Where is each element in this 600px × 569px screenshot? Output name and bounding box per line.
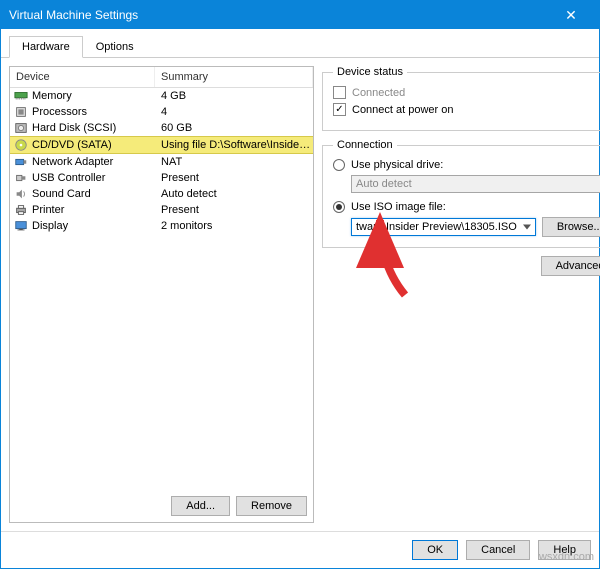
table-row[interactable]: CD/DVD (SATA) Using file D:\Software\Insi…: [10, 136, 313, 154]
advanced-button[interactable]: Advanced...: [541, 256, 600, 276]
hdd-icon: [14, 121, 28, 135]
device-summary: Present: [155, 204, 313, 216]
cancel-button[interactable]: Cancel: [466, 540, 530, 560]
device-name: Sound Card: [32, 188, 91, 200]
device-name: CD/DVD (SATA): [32, 139, 112, 151]
use-physical-radio[interactable]: [333, 159, 345, 171]
table-row[interactable]: Network Adapter NAT: [10, 154, 313, 170]
device-name: Processors: [32, 106, 87, 118]
cpu-icon: [14, 105, 28, 119]
tab-hardware[interactable]: Hardware: [9, 36, 83, 58]
device-summary: 4: [155, 106, 313, 118]
device-summary: 4 GB: [155, 90, 313, 102]
close-icon[interactable]: ✕: [551, 7, 591, 24]
memory-icon: [14, 89, 28, 103]
table-row[interactable]: Printer Present: [10, 202, 313, 218]
iso-file-dropdown[interactable]: tware\Insider Preview\18305.ISO: [351, 218, 536, 236]
display-icon: [14, 219, 28, 233]
table-row[interactable]: USB Controller Present: [10, 170, 313, 186]
add-button[interactable]: Add...: [171, 496, 230, 516]
tab-options[interactable]: Options: [83, 36, 147, 58]
window-title: Virtual Machine Settings: [9, 8, 551, 22]
device-summary: NAT: [155, 156, 313, 168]
table-row[interactable]: Sound Card Auto detect: [10, 186, 313, 202]
device-summary: 2 monitors: [155, 220, 313, 232]
device-name: Printer: [32, 204, 64, 216]
use-physical-label: Use physical drive:: [351, 159, 443, 171]
use-iso-label: Use ISO image file:: [351, 201, 446, 213]
device-summary: Auto detect: [155, 188, 313, 200]
usb-icon: [14, 171, 28, 185]
connection-group: Connection Use physical drive: Auto dete…: [322, 139, 600, 248]
remove-button[interactable]: Remove: [236, 496, 307, 516]
device-summary: Using file D:\Software\Insider ...: [155, 139, 313, 151]
device-name: Display: [32, 220, 68, 232]
connection-legend: Connection: [333, 139, 397, 151]
use-iso-radio[interactable]: [333, 201, 345, 213]
table-row[interactable]: Hard Disk (SCSI) 60 GB: [10, 120, 313, 136]
device-status-group: Device status Connected ✓ Connect at pow…: [322, 66, 600, 131]
table-row[interactable]: Memory 4 GB: [10, 88, 313, 104]
physical-drive-dropdown: Auto detect: [351, 175, 600, 193]
sound-icon: [14, 187, 28, 201]
device-name: Memory: [32, 90, 72, 102]
device-status-legend: Device status: [333, 66, 407, 78]
connect-power-on-label: Connect at power on: [352, 104, 454, 116]
device-name: Hard Disk (SCSI): [32, 122, 116, 134]
device-list[interactable]: Device Summary Memory 4 GB Processors 4 Hard…: [10, 67, 313, 490]
connect-power-on-checkbox[interactable]: ✓: [333, 103, 346, 116]
ok-button[interactable]: OK: [412, 540, 458, 560]
column-header-device[interactable]: Device: [10, 67, 155, 87]
device-name: Network Adapter: [32, 156, 113, 168]
device-summary: 60 GB: [155, 122, 313, 134]
device-summary: Present: [155, 172, 313, 184]
table-row[interactable]: Processors 4: [10, 104, 313, 120]
connected-label: Connected: [352, 87, 405, 99]
nic-icon: [14, 155, 28, 169]
cd-icon: [14, 138, 28, 152]
connected-checkbox[interactable]: [333, 86, 346, 99]
printer-icon: [14, 203, 28, 217]
browse-button[interactable]: Browse...: [542, 217, 600, 237]
device-name: USB Controller: [32, 172, 105, 184]
table-row[interactable]: Display 2 monitors: [10, 218, 313, 234]
column-header-summary[interactable]: Summary: [155, 67, 313, 87]
watermark: wsxdn.com: [539, 551, 594, 563]
